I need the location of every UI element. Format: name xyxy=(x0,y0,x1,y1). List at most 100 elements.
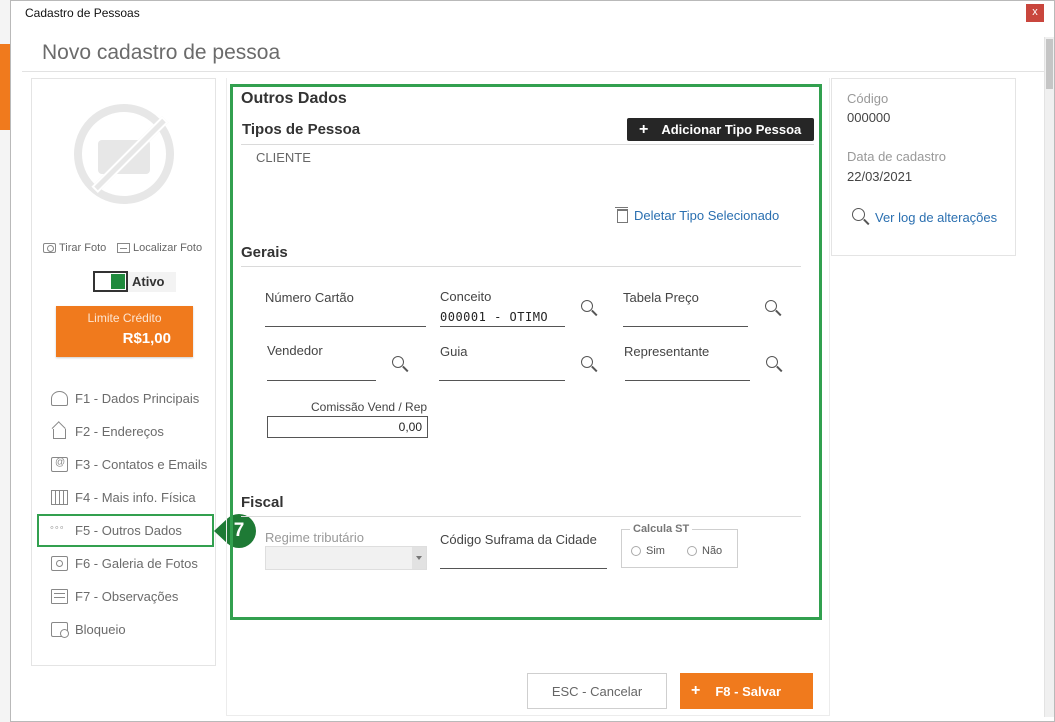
conceito-value[interactable]: 000001 - OTIMO xyxy=(440,310,548,324)
delete-type-label: Deletar Tipo Selecionado xyxy=(634,208,780,223)
nav-item-galeria[interactable]: F6 - Galeria de Fotos xyxy=(32,547,215,580)
gerais-title: Gerais xyxy=(241,244,288,261)
codigo-value: 000000 xyxy=(847,110,891,125)
nav-item-outros-dados[interactable]: F5 - Outros Dados xyxy=(37,514,214,547)
find-photo-label: Localizar Foto xyxy=(133,242,203,254)
guia-field[interactable] xyxy=(439,380,565,381)
image-icon xyxy=(117,243,130,253)
take-photo-label: Tirar Foto xyxy=(59,242,107,254)
section-title: Outros Dados xyxy=(241,90,347,107)
suframa-field[interactable] xyxy=(440,568,607,569)
tabela-preco-field[interactable] xyxy=(623,326,748,327)
plus-icon: + xyxy=(639,120,649,138)
scrollbar-thumb[interactable] xyxy=(1046,39,1053,89)
numero-cartao-field[interactable] xyxy=(265,326,426,327)
st-no-radio[interactable]: Não xyxy=(687,545,722,557)
delete-type-link[interactable]: Deletar Tipo Selecionado xyxy=(615,206,780,223)
nav-item-dados-principais[interactable]: F1 - Dados Principais xyxy=(32,382,215,415)
add-type-label: Adicionar Tipo Pessoa xyxy=(661,122,802,137)
person-icon xyxy=(51,391,68,406)
types-title: Tipos de Pessoa xyxy=(242,121,361,138)
numero-cartao-label: Número Cartão xyxy=(265,290,354,305)
st-yes-label: Sim xyxy=(646,545,665,557)
nav-label: Bloqueio xyxy=(75,622,126,637)
nav-label: F4 - Mais info. Física xyxy=(75,490,196,505)
page-title: Novo cadastro de pessoa xyxy=(42,41,281,64)
cancel-button[interactable]: ESC - Cancelar xyxy=(527,673,667,709)
st-no-label: Não xyxy=(702,545,723,557)
chevron-down-icon[interactable] xyxy=(412,547,426,569)
type-list-item[interactable]: CLIENTE xyxy=(256,150,311,165)
vendedor-search-icon[interactable] xyxy=(391,355,411,375)
info-panel: Código 000000 Data de cadastro 22/03/202… xyxy=(831,78,1016,256)
representante-search-icon[interactable] xyxy=(765,355,785,375)
note-icon xyxy=(51,589,68,604)
credit-limit-label: Limite Crédito xyxy=(87,311,162,325)
scrollbar[interactable] xyxy=(1044,37,1054,717)
calcula-st-group: Calcula ST Sim Não xyxy=(621,523,738,568)
calcula-st-label: Calcula ST xyxy=(630,523,693,535)
background-logo xyxy=(0,44,10,130)
save-label: F8 - Salvar xyxy=(715,683,782,699)
nav-item-enderecos[interactable]: F2 - Endereços xyxy=(32,415,215,448)
nav-label: F7 - Observações xyxy=(75,589,179,604)
tabela-preco-search-icon[interactable] xyxy=(764,299,784,319)
comissao-label: Comissão Vend / Rep xyxy=(311,400,428,414)
comissao-input[interactable]: 0,00 xyxy=(267,416,428,438)
nav-label: F3 - Contatos e Emails xyxy=(75,457,208,472)
gerais-divider xyxy=(241,266,801,267)
vendedor-label: Vendedor xyxy=(267,343,323,358)
header-divider xyxy=(22,71,1046,72)
suframa-label: Código Suframa da Cidade xyxy=(440,532,597,547)
find-photo-button[interactable]: Localizar Foto xyxy=(117,242,202,254)
types-divider xyxy=(241,144,814,145)
radio-icon xyxy=(631,546,641,556)
save-button[interactable]: + F8 - Salvar xyxy=(680,673,813,709)
left-panel: Tirar Foto Localizar Foto Ativo Limite C… xyxy=(31,78,216,666)
conceito-field[interactable] xyxy=(440,326,565,327)
radio-icon xyxy=(687,546,697,556)
page-header: Novo cadastro de pessoa xyxy=(11,25,1054,77)
no-photo-icon xyxy=(74,104,174,204)
st-yes-radio[interactable]: Sim xyxy=(631,545,665,557)
guia-label: Guia xyxy=(440,344,468,359)
toggle-knob xyxy=(111,274,125,289)
camera-icon xyxy=(43,243,56,253)
nav-label: F6 - Galeria de Fotos xyxy=(75,556,198,571)
credit-limit-box[interactable]: Limite Crédito R$1,00 xyxy=(56,306,193,357)
block-icon xyxy=(51,622,69,638)
codigo-label: Código xyxy=(847,91,889,106)
take-photo-button[interactable]: Tirar Foto xyxy=(43,242,106,254)
contact-icon xyxy=(51,457,68,472)
conceito-search-icon[interactable] xyxy=(580,299,600,319)
search-icon xyxy=(851,207,871,227)
active-label: Ativo xyxy=(128,272,176,292)
view-log-label: Ver log de alterações xyxy=(875,209,998,225)
nav-item-bloqueio[interactable]: Bloqueio xyxy=(32,613,215,646)
trash-icon xyxy=(615,206,628,223)
representante-label: Representante xyxy=(624,344,710,359)
nav-item-mais-info[interactable]: F4 - Mais info. Física xyxy=(32,481,215,514)
fiscal-title: Fiscal xyxy=(241,494,284,511)
nav-label: F2 - Endereços xyxy=(75,424,164,439)
guia-search-icon[interactable] xyxy=(580,355,600,375)
data-cadastro-label: Data de cadastro xyxy=(847,149,947,164)
add-type-button[interactable]: + Adicionar Tipo Pessoa xyxy=(627,118,814,141)
dots-icon xyxy=(50,522,68,538)
fiscal-divider xyxy=(241,516,801,517)
tabela-preco-label: Tabela Preço xyxy=(623,290,699,305)
window-title: Cadastro de Pessoas xyxy=(25,6,140,20)
active-toggle[interactable] xyxy=(93,271,128,292)
close-button[interactable]: x xyxy=(1026,4,1044,22)
nav-item-observacoes[interactable]: F7 - Observações xyxy=(32,580,215,613)
credit-limit-value: R$1,00 xyxy=(122,330,171,347)
data-cadastro-value: 22/03/2021 xyxy=(847,169,913,184)
vendedor-field[interactable] xyxy=(267,380,376,381)
representante-field[interactable] xyxy=(625,380,750,381)
nav-item-contatos[interactable]: F3 - Contatos e Emails xyxy=(32,448,215,481)
grid-icon xyxy=(51,490,68,505)
photo-icon xyxy=(51,556,68,571)
nav-label: F1 - Dados Principais xyxy=(75,391,200,406)
regime-select[interactable] xyxy=(265,546,427,570)
view-log-link[interactable]: Ver log de alterações xyxy=(851,207,997,227)
